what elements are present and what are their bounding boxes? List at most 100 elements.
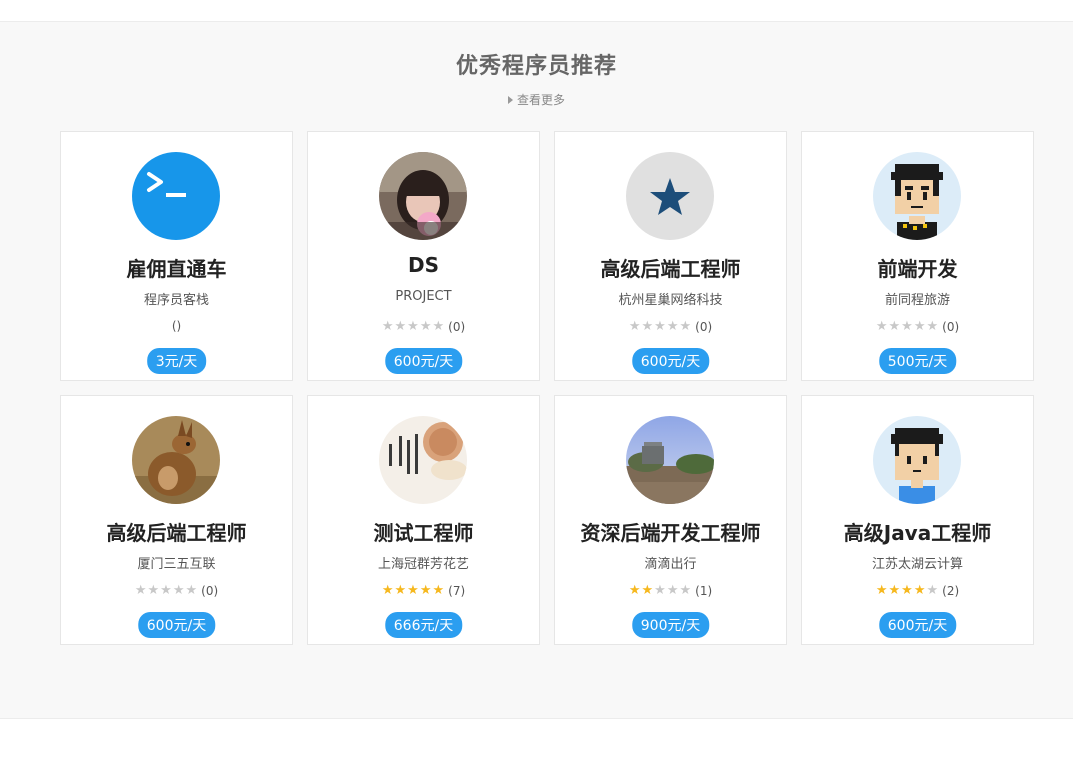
- star-icon: ★: [913, 583, 927, 598]
- star-icon: ★: [913, 319, 927, 334]
- company-name: 杭州星巢网络科技: [618, 293, 723, 308]
- price-badge: 600元/天: [631, 348, 710, 374]
- star-icon: ★: [875, 583, 889, 598]
- programmer-card[interactable]: DS PROJECT ★★★★★ (0) 600元/天: [307, 131, 540, 381]
- price-badge: 666元/天: [384, 612, 463, 638]
- avatar[interactable]: [379, 416, 467, 504]
- avatar[interactable]: [873, 152, 961, 240]
- rating: ★★★★★ (7): [308, 583, 539, 598]
- star-rating: ★★★★★: [629, 583, 692, 598]
- programmer-name[interactable]: 雇佣直通车: [61, 253, 292, 282]
- programmer-card[interactable]: 测试工程师 上海冠群芳花艺 ★★★★★ (7) 666元/天: [307, 395, 540, 645]
- star-icon: ★: [172, 583, 186, 598]
- recommend-section: 优秀程序员推荐 查看更多 雇佣直通车 程序员客栈() 3元/天 DS PROJECT ★★…: [0, 21, 1073, 719]
- rating-text: (): [171, 319, 182, 333]
- star-icon: ★: [147, 583, 161, 598]
- programmer-card[interactable]: 高级后端工程师 厦门三五互联 ★★★★★ (0) 600元/天: [60, 395, 293, 645]
- programmer-card[interactable]: 雇佣直通车程序员客栈 () 3元/天: [60, 131, 293, 381]
- programmer-card[interactable]: 高级后端工程师 杭州星巢网络科技 ★★★★★ (0) 600元/天: [554, 131, 787, 381]
- star-icon: ★: [875, 319, 889, 334]
- price-badge: 3元/天: [146, 348, 207, 374]
- star-icon: ★: [407, 319, 420, 334]
- company-name: 江苏太湖云计算: [871, 557, 963, 572]
- programmer-name[interactable]: 资深后端开发工程师: [555, 517, 786, 546]
- star-icon: ★: [679, 319, 693, 334]
- star-icon: ★: [926, 319, 940, 334]
- star-rating: ★★★★★: [876, 319, 939, 334]
- star-icon: ★: [134, 583, 148, 598]
- programmer-name[interactable]: DS: [308, 253, 539, 277]
- star-icon: ★: [888, 583, 902, 598]
- star-rating: ★★★★★: [382, 583, 445, 598]
- rating: ★★★★★ (0): [802, 319, 1033, 334]
- rating: ★★★★★ (0): [308, 319, 539, 334]
- star-icon: ★: [666, 319, 680, 334]
- programmer-card[interactable]: 资深后端开发工程师滴滴出行 ★★★★★ (1) 900元/天: [554, 395, 787, 645]
- price-badge: 500元/天: [878, 348, 957, 374]
- star-icon: ★: [407, 583, 420, 598]
- view-more-link[interactable]: 查看更多: [0, 91, 1073, 108]
- star-icon: ★: [381, 319, 395, 334]
- programmer-name[interactable]: 测试工程师: [308, 517, 539, 546]
- star-rating: ★★★★★: [382, 319, 445, 334]
- rating-count: (0): [448, 319, 466, 334]
- star-rating: ★★★★★: [629, 319, 692, 334]
- star-icon: ★: [160, 583, 173, 598]
- star-icon: ★: [381, 583, 395, 598]
- star-icon: ★: [185, 583, 199, 598]
- avatar[interactable]: [626, 416, 714, 504]
- rating-count: (0): [942, 319, 960, 334]
- star-icon: ★: [419, 319, 433, 334]
- avatar[interactable]: [626, 152, 714, 240]
- rating-count: (1): [695, 583, 713, 598]
- star-icon: ★: [432, 583, 446, 598]
- company-name: PROJECT: [395, 289, 452, 304]
- caret-right-icon: [507, 95, 513, 104]
- avatar[interactable]: [132, 416, 220, 504]
- programmer-name[interactable]: 高级Java工程师: [802, 517, 1033, 546]
- price-badge: 900元/天: [631, 612, 710, 638]
- company-name: 程序员客栈: [143, 293, 209, 308]
- company-name: 滴滴出行: [644, 557, 697, 572]
- star-icon: ★: [679, 583, 693, 598]
- star-icon: ★: [394, 583, 408, 598]
- star-icon: ★: [888, 319, 902, 334]
- star-icon: ★: [641, 583, 655, 598]
- rating-count: (0): [201, 583, 219, 598]
- star-icon: ★: [419, 583, 433, 598]
- star-icon: ★: [901, 583, 914, 598]
- price-badge: 600元/天: [384, 348, 463, 374]
- programmer-card[interactable]: 高级Java工程师 江苏太湖云计算 ★★★★★ (2) 600元/天: [801, 395, 1034, 645]
- star-icon: ★: [641, 319, 655, 334]
- star-rating: ★★★★★: [135, 583, 198, 598]
- rating: ★★★★★ (0): [555, 319, 786, 334]
- programmer-card[interactable]: 前端开发 前同程旅游 ★★★★★ (0) 500元/天: [801, 131, 1034, 381]
- avatar[interactable]: [873, 416, 961, 504]
- company-name: 上海冠群芳花艺: [377, 557, 469, 572]
- rating-count: (0): [695, 319, 713, 334]
- price-badge: 600元/天: [878, 612, 957, 638]
- programmer-name[interactable]: 前端开发: [802, 253, 1033, 282]
- star-rating: ★★★★★: [876, 583, 939, 598]
- section-title: 优秀程序员推荐: [455, 54, 617, 79]
- star-icon: ★: [654, 583, 667, 598]
- programmer-name[interactable]: 高级后端工程师: [555, 253, 786, 282]
- price-badge: 600元/天: [137, 612, 216, 638]
- star-icon: ★: [628, 319, 642, 334]
- rating: ★★★★★ (0): [61, 583, 292, 598]
- rating-count: (2): [942, 583, 960, 598]
- rating-count: (7): [448, 583, 466, 598]
- rating: ★★★★★ (1): [555, 583, 786, 598]
- star-icon: ★: [654, 319, 667, 334]
- avatar[interactable]: [132, 152, 220, 240]
- star-icon: ★: [901, 319, 914, 334]
- star-icon: ★: [432, 319, 446, 334]
- view-more-label: 查看更多: [516, 93, 565, 107]
- avatar[interactable]: [379, 152, 467, 240]
- rating: (): [61, 319, 292, 333]
- rating: ★★★★★ (2): [802, 583, 1033, 598]
- company-name: 前同程旅游: [884, 293, 950, 308]
- programmer-name[interactable]: 高级后端工程师: [61, 517, 292, 546]
- star-icon: ★: [926, 583, 940, 598]
- star-icon: ★: [628, 583, 642, 598]
